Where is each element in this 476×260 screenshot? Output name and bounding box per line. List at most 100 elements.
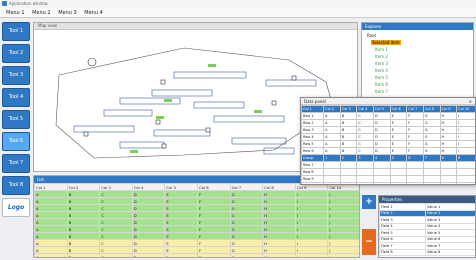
- dialog-cell: [456, 182, 475, 184]
- dialog-cell: [356, 168, 375, 176]
- sidebar-button-4[interactable]: Tool 4: [2, 88, 30, 107]
- table-row[interactable]: ABCDEFGHIJ: [34, 253, 359, 257]
- dialog-cell: A: [323, 133, 341, 141]
- table-row[interactable]: ABCDEFGHIJ: [34, 246, 359, 254]
- dialog-row[interactable]: Row 2ABCDEFGHI: [301, 119, 475, 127]
- dialog-cell: [373, 182, 391, 184]
- sidebar-button-1[interactable]: Tool 1: [2, 22, 30, 41]
- table-cell: H: [262, 204, 296, 212]
- table-cell: I: [294, 190, 329, 198]
- menu-item-4[interactable]: Menu 4: [84, 10, 103, 16]
- table-cell: I: [294, 239, 329, 247]
- tree-node-4[interactable]: Item 4: [375, 68, 388, 73]
- add-button[interactable]: +: [362, 195, 376, 209]
- menu-item-2[interactable]: Menu 2: [32, 10, 51, 16]
- table-cell: I: [294, 218, 329, 226]
- dialog-cell: I: [456, 140, 475, 148]
- map-tab[interactable]: Map view: [34, 23, 357, 30]
- table-cell: J: [327, 197, 359, 205]
- table-cell: J: [327, 225, 359, 233]
- table-row[interactable]: ABCDEFGHIJ: [34, 190, 359, 198]
- sidebar-button-8[interactable]: Tool 8: [2, 176, 30, 195]
- table-cell: E: [164, 246, 198, 254]
- menu-item-1[interactable]: Menu 1: [6, 10, 25, 16]
- dialog-title-bar: Data panel ×: [301, 98, 475, 105]
- dialog-cell: A: [323, 147, 341, 155]
- table-cell: A: [34, 239, 68, 247]
- dialog-cell: [323, 182, 341, 184]
- remove-button[interactable]: −: [362, 229, 376, 255]
- table-cell: A: [34, 204, 68, 212]
- dialog-cell: H: [439, 112, 458, 120]
- dialog-cell: [323, 161, 341, 169]
- grid-column-header[interactable]: Col 6: [196, 183, 231, 191]
- tree-node-6[interactable]: Item 6: [375, 82, 388, 87]
- dialog-row[interactable]: Row 3ABCDEFGHI: [301, 126, 475, 134]
- table-cell: G: [229, 246, 264, 254]
- tree-node-1[interactable]: Item 1: [375, 47, 388, 52]
- data-grid: List × Col 1Col 2Col 3Col 4Col 5Col 6Col…: [33, 175, 360, 258]
- tree-node-3[interactable]: Item 3: [375, 61, 388, 66]
- sidebar-button-7[interactable]: Tool 7: [2, 154, 30, 173]
- dialog-row[interactable]: Row 9: [301, 175, 475, 183]
- table-row[interactable]: ABCDEFGHIJ: [34, 232, 359, 240]
- sidebar-button-6[interactable]: Tool 6: [2, 132, 30, 151]
- dialog-row[interactable]: Row 10: [301, 182, 475, 184]
- title-bar: Application window: [0, 0, 476, 8]
- grid-column-header[interactable]: Col 3: [99, 183, 133, 191]
- dialog-cell: A: [323, 119, 341, 127]
- dialog-column-header: Col 5: [373, 105, 391, 113]
- table-row[interactable]: ABCDEFGHIJ: [34, 225, 359, 233]
- dialog-cell: [456, 168, 475, 176]
- table-row[interactable]: ABCDEFGHIJ: [34, 197, 359, 205]
- table-row[interactable]: ABCDEFGHIJ: [34, 211, 359, 219]
- grid-column-header[interactable]: Col 8: [262, 183, 296, 191]
- table-cell: F: [196, 246, 231, 254]
- dialog-cell: C: [356, 119, 375, 127]
- tree-node-7[interactable]: Item 7: [375, 89, 388, 94]
- table-row[interactable]: ABCDEFGHIJ: [34, 204, 359, 212]
- menu-item-3[interactable]: Menu 3: [58, 10, 77, 16]
- table-cell: G: [229, 211, 264, 219]
- table-cell: G: [229, 253, 264, 257]
- property-value[interactable]: Value 8: [425, 248, 475, 256]
- dialog-cell: C: [356, 140, 375, 148]
- table-cell: F: [196, 204, 231, 212]
- table-cell: H: [262, 190, 296, 198]
- tree-node-2[interactable]: Item 2: [375, 54, 388, 59]
- property-row[interactable]: Field 8 Value 8: [379, 248, 475, 256]
- grid-column-header[interactable]: Col 5: [164, 183, 198, 191]
- table-cell: H: [262, 218, 296, 226]
- sidebar-button-3[interactable]: Tool 3: [2, 66, 30, 85]
- table-cell: J: [327, 218, 359, 226]
- dialog-close-icon[interactable]: ×: [469, 98, 472, 105]
- dialog-cell: [373, 175, 391, 183]
- dialog-cell: B: [339, 126, 358, 134]
- dialog-row[interactable]: Row 8: [301, 168, 475, 176]
- dialog-cell: A: [323, 112, 341, 120]
- dialog-cell: B: [339, 147, 358, 155]
- table-row[interactable]: ABCDEFGHIJ: [34, 218, 359, 226]
- table-row[interactable]: ABCDEFGHIJ: [34, 239, 359, 247]
- tree-selected-node[interactable]: Selected item: [371, 40, 401, 45]
- sidebar-button-5[interactable]: Tool 5: [2, 110, 30, 129]
- dialog-row[interactable]: Row 7: [301, 161, 475, 169]
- sidebar-button-2[interactable]: Tool 2: [2, 44, 30, 63]
- dialog-row[interactable]: Row 5ABCDEFGHI: [301, 140, 475, 148]
- grid-column-header[interactable]: Col 2: [66, 183, 101, 191]
- dialog-row[interactable]: Row 4ABCDEFGHI: [301, 133, 475, 141]
- grid-column-header[interactable]: Col 4: [131, 183, 166, 191]
- tree-root[interactable]: Root: [367, 33, 376, 38]
- dialog-cell: E: [389, 126, 408, 134]
- tree-node-5[interactable]: Item 5: [375, 75, 388, 80]
- dialog-row[interactable]: Row 6ABCDEFGHI: [301, 147, 475, 155]
- grid-table: Col 1 Col 2 Col 3 Col 4 Col 5 Col 6 Col 7 Col 8…: [34, 183, 359, 257]
- table-cell: B: [66, 239, 101, 247]
- window-title: Application window: [9, 1, 48, 6]
- dialog-cell: F: [406, 133, 424, 141]
- grid-column-header[interactable]: Col 1: [34, 183, 68, 191]
- table-cell: J: [327, 190, 359, 198]
- dialog-row[interactable]: Row 1ABCDEFGHI: [301, 112, 475, 120]
- dialog-cell: G: [422, 140, 441, 148]
- grid-column-header[interactable]: Col 7: [229, 183, 264, 191]
